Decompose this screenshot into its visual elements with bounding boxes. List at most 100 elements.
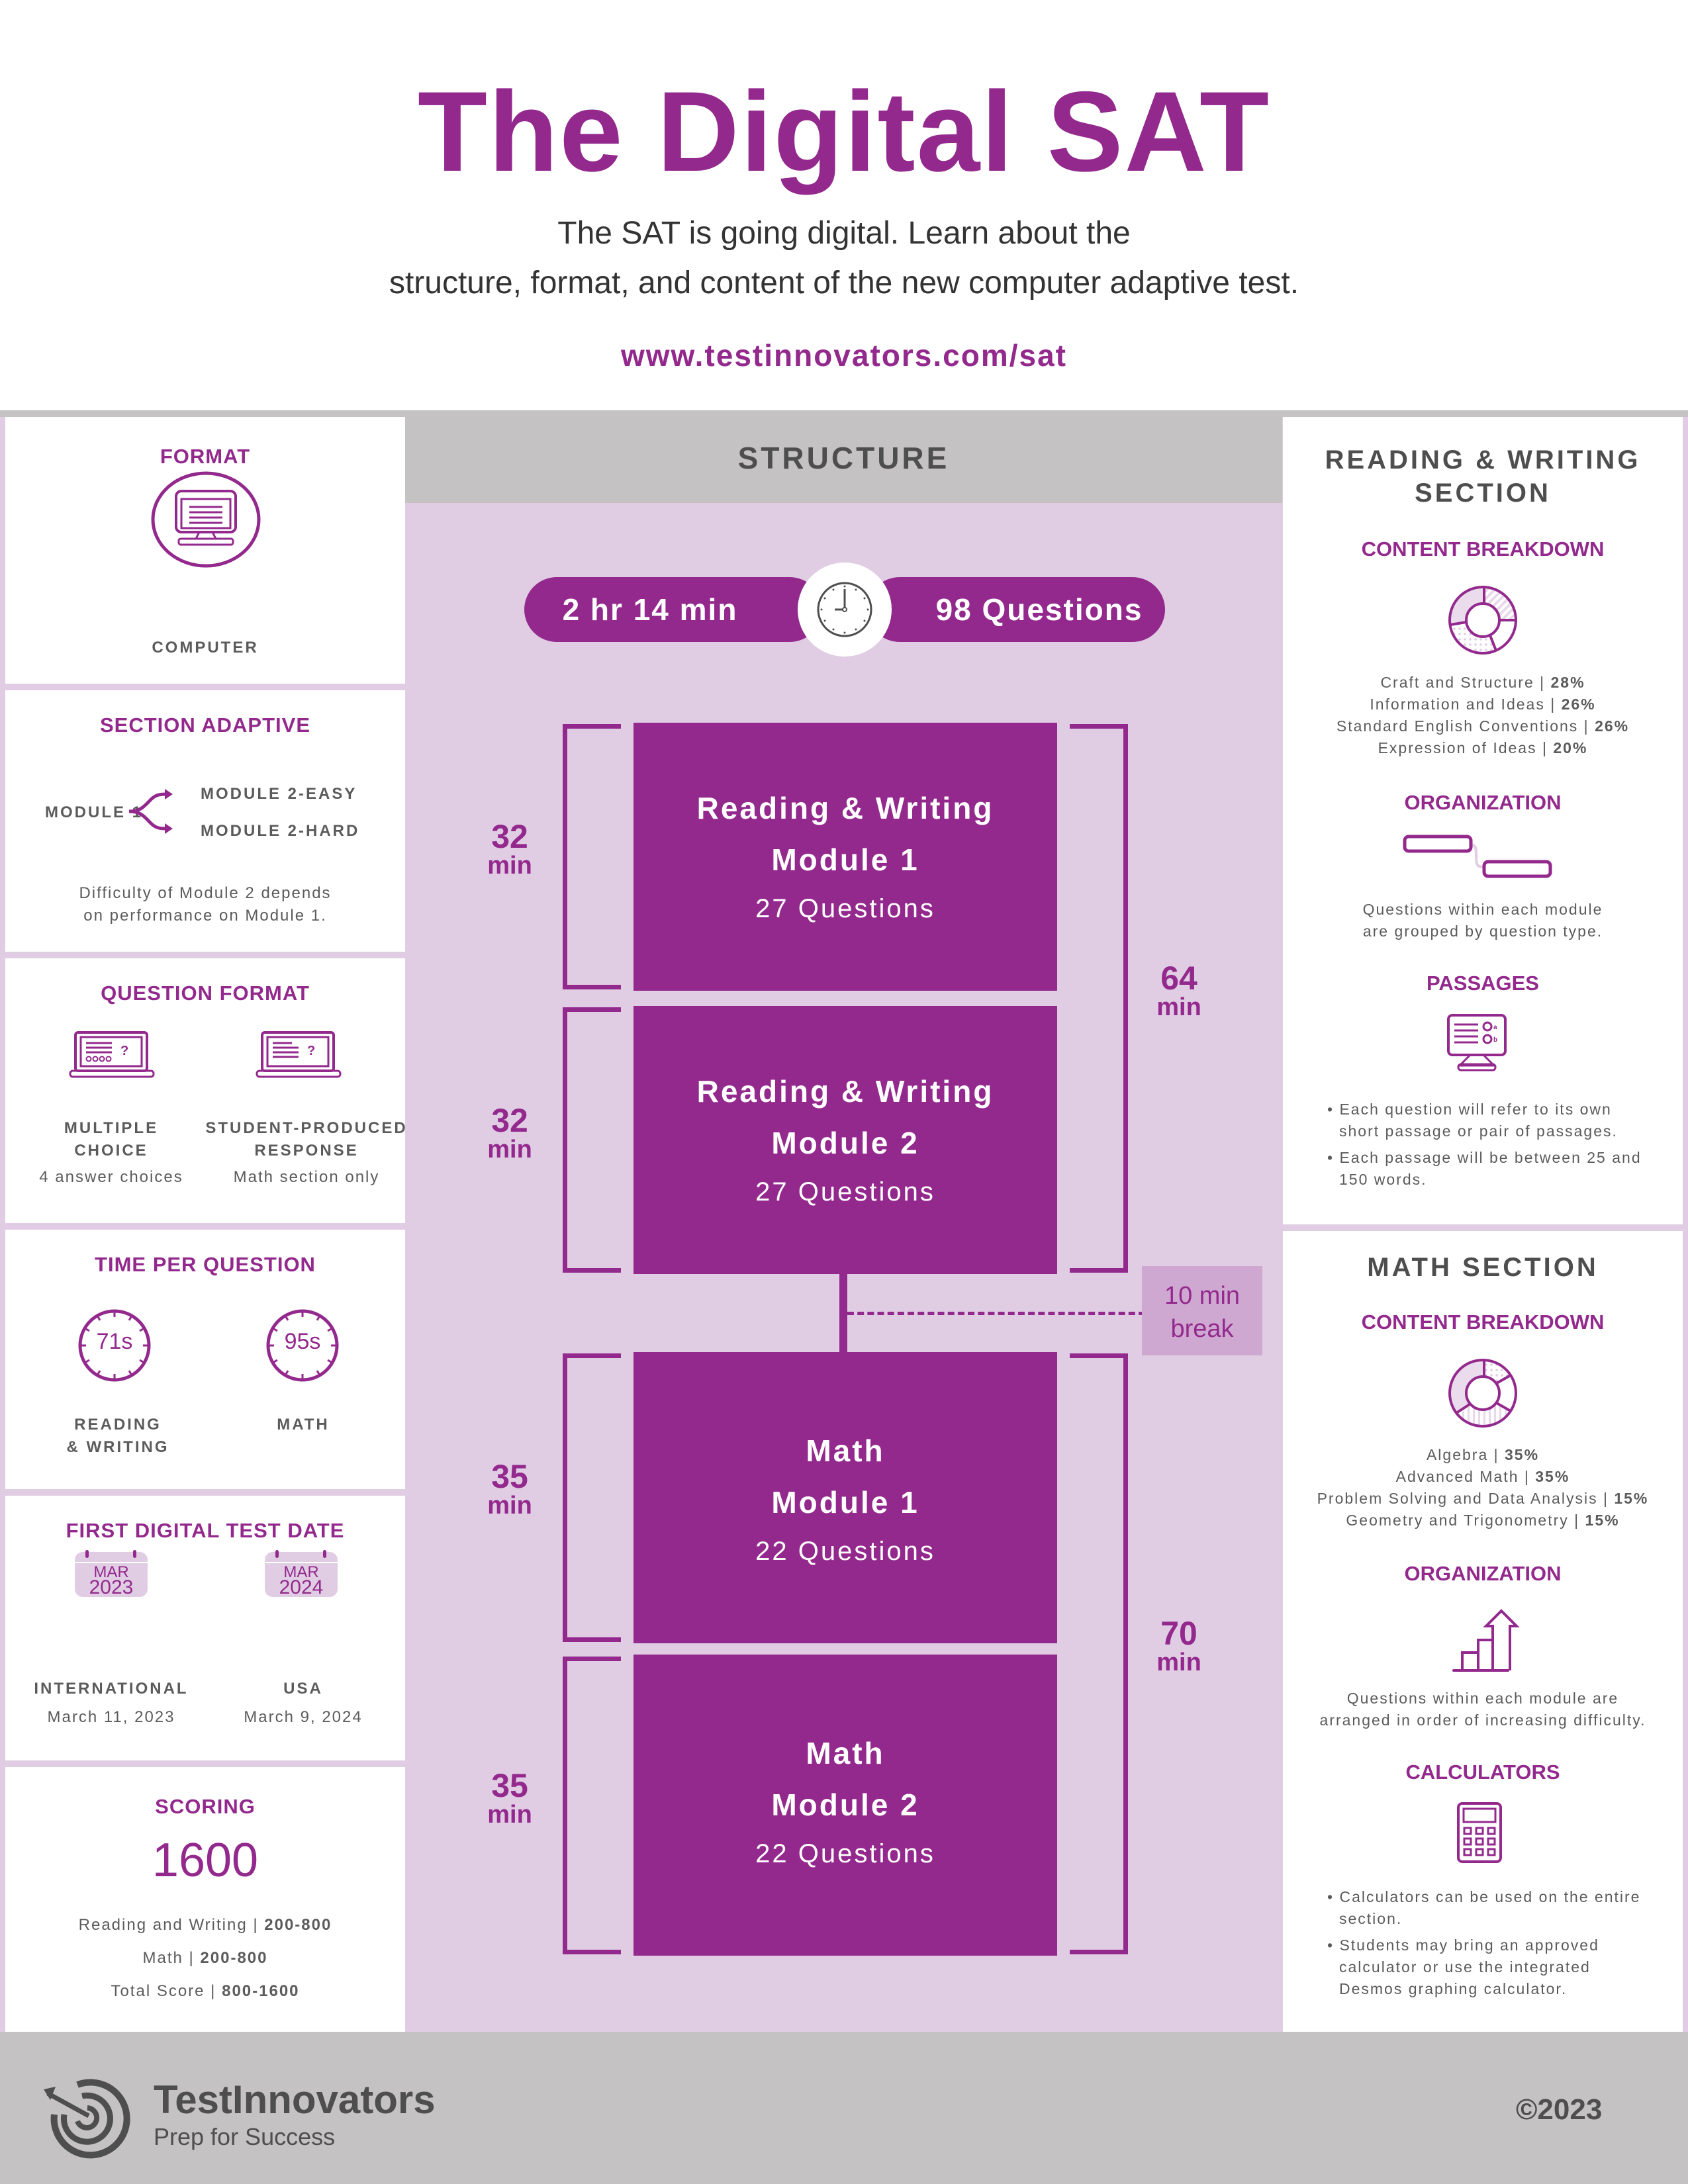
section-adaptive-card: SECTION ADAPTIVE MODULE 1 MODULE 2-EASY … bbox=[5, 690, 405, 952]
module-title-line-2: Module 1 bbox=[771, 842, 919, 877]
computer-icon bbox=[151, 471, 261, 568]
passage-bullet: Each question will refer to its own shor… bbox=[1327, 1099, 1645, 1142]
time-unit: min bbox=[487, 1492, 532, 1520]
multiple-choice-item: MULTIPLE CHOICE 4 answer choices bbox=[5, 1117, 217, 1189]
time-unit: min bbox=[1156, 993, 1201, 1021]
student-response-label-2: RESPONSE bbox=[254, 1142, 359, 1160]
copyright: ©2023 bbox=[1516, 2093, 1603, 2126]
break-label-line-1: 10 min bbox=[1164, 1282, 1241, 1310]
math-breakdown-item: Algebra | 35% bbox=[1426, 1446, 1540, 1463]
module-2-hard-label: MODULE 2-HARD bbox=[201, 822, 360, 840]
time-value: 35 bbox=[491, 1458, 528, 1495]
module-title-line-2: Module 2 bbox=[771, 1788, 919, 1822]
time-reading-value: 71s bbox=[96, 1329, 133, 1354]
module-question-count: 22 Questions bbox=[755, 1537, 935, 1566]
student-response-detail: Math section only bbox=[233, 1168, 380, 1186]
calculator-bullet: Students may bring an approved calculato… bbox=[1327, 1934, 1645, 2000]
increasing-bars-icon bbox=[1452, 1609, 1520, 1672]
donut-chart-icon bbox=[1448, 586, 1517, 655]
time-value: 70 bbox=[1160, 1615, 1197, 1652]
first-test-date-title: FIRST DIGITAL TEST DATE bbox=[66, 1519, 345, 1542]
score-row-label: Reading and Writing bbox=[78, 1916, 248, 1934]
rw-passages-list: Each question will refer to its own shor… bbox=[1327, 1099, 1645, 1195]
structure-title: STRUCTURE bbox=[737, 441, 950, 475]
score-row: Reading and Writing | 200-800 bbox=[78, 1916, 332, 1934]
math-donut-chart-icon bbox=[1448, 1359, 1517, 1428]
breakdown-label: Craft and Structure bbox=[1380, 674, 1534, 691]
module-rw-1: Reading & Writing Module 1 27 Questions bbox=[633, 723, 1057, 991]
bracket-rw-2 bbox=[563, 1007, 621, 1273]
calendar-year-2023: 2023 bbox=[89, 1576, 134, 1598]
website-link[interactable]: www.testinnovators.com/sat bbox=[0, 338, 1688, 373]
time-reading-label: READING & WRITING bbox=[19, 1414, 217, 1459]
adaptive-note-line-1: Difficulty of Module 2 depends bbox=[79, 884, 332, 902]
math-breakdown-item: Advanced Math | 35% bbox=[1395, 1468, 1570, 1485]
breakdown-label: Standard English Conventions bbox=[1336, 717, 1579, 735]
scoring-card: SCORING 1600 Reading and Writing | 200-8… bbox=[5, 1767, 405, 2032]
time-label-math-total: 70 min bbox=[1143, 1615, 1215, 1675]
break-dashed-line bbox=[847, 1312, 1145, 1315]
student-response-item: STUDENT-PRODUCED RESPONSE Math section o… bbox=[197, 1117, 416, 1189]
calendar-ring bbox=[85, 1550, 89, 1558]
time-reading-label-2: & WRITING bbox=[66, 1438, 169, 1456]
time-value: 64 bbox=[1160, 960, 1197, 997]
section-adaptive-title: SECTION ADAPTIVE bbox=[100, 713, 310, 737]
bracket-math-1 bbox=[563, 1353, 621, 1642]
passage-screen-icon: a b bbox=[1447, 1014, 1507, 1071]
scoring-title: SCORING bbox=[155, 1795, 256, 1818]
page-title: The Digital SAT bbox=[417, 68, 1271, 195]
module-title-line-2: Module 2 bbox=[771, 1126, 919, 1160]
math-organization-line-1: Questions within each module are bbox=[1346, 1690, 1619, 1707]
module-2-easy-label: MODULE 2-EASY bbox=[201, 785, 357, 803]
date-international: March 11, 2023 bbox=[47, 1708, 175, 1726]
module-title-line-1: Math bbox=[806, 1433, 885, 1468]
score-row-range: 200-800 bbox=[264, 1916, 332, 1934]
time-label-rw-2: 32 min bbox=[473, 1103, 546, 1162]
score-row-range: 800-1600 bbox=[222, 1982, 300, 2000]
score-row: Total Score | 800-1600 bbox=[111, 1982, 300, 2000]
rw-breakdown-item: Information and Ideas | 26% bbox=[1370, 696, 1596, 713]
math-calculators-list: Calculators can be used on the entire se… bbox=[1327, 1886, 1645, 2005]
math-organization-text: Questions within each module are arrange… bbox=[1283, 1688, 1683, 1731]
subtitle-line-2: structure, format, and content of the ne… bbox=[389, 265, 1299, 300]
breakdown-value: 28% bbox=[1550, 674, 1585, 691]
total-questions-pill: 98 Questions bbox=[867, 577, 1165, 642]
time-per-question-title: TIME PER QUESTION bbox=[95, 1253, 316, 1276]
breakdown-label: Information and Ideas bbox=[1370, 696, 1545, 713]
breakdown-label: Advanced Math bbox=[1395, 1468, 1519, 1485]
date-usa: March 9, 2024 bbox=[244, 1708, 363, 1726]
breakdown-value: 20% bbox=[1553, 739, 1588, 756]
branch-arrows-icon bbox=[128, 789, 173, 834]
passage-bullet: Each passage will be between 25 and 150 … bbox=[1327, 1147, 1645, 1191]
time-unit: min bbox=[487, 852, 532, 880]
math-breakdown-item: Geometry and Trigonometry | 15% bbox=[1346, 1512, 1620, 1529]
rw-passages-title: PASSAGES bbox=[1427, 972, 1539, 995]
math-organization-title: ORGANIZATION bbox=[1404, 1562, 1562, 1585]
math-breakdown-list: Algebra | 35% Advanced Math | 35% Proble… bbox=[1283, 1444, 1683, 1531]
brand-name[interactable]: TestInnovators bbox=[154, 2077, 436, 2122]
time-label-math-1: 35 min bbox=[473, 1459, 546, 1518]
multiple-choice-label-2: CHOICE bbox=[74, 1142, 148, 1160]
grouped-blocks-icon bbox=[1403, 835, 1552, 878]
region-international: INTERNATIONAL bbox=[34, 1680, 189, 1698]
rw-breakdown-item: Expression of Ideas | 20% bbox=[1378, 739, 1588, 756]
laptop-response-icon: ? bbox=[256, 1031, 342, 1078]
target-arrow-logo-icon bbox=[44, 2079, 130, 2159]
time-value: 35 bbox=[491, 1767, 528, 1804]
module-connector bbox=[839, 1274, 847, 1352]
svg-text:?: ? bbox=[120, 1044, 128, 1058]
score-row-label: Total Score bbox=[111, 1982, 205, 2000]
module-rw-2: Reading & Writing Module 2 27 Questions bbox=[633, 1006, 1057, 1274]
breakdown-value: 26% bbox=[1561, 696, 1596, 713]
time-math-label: MATH bbox=[277, 1416, 330, 1433]
breakdown-label: Expression of Ideas bbox=[1378, 739, 1537, 756]
score-row-label: Math bbox=[142, 1949, 183, 1967]
question-format-title: QUESTION FORMAT bbox=[101, 981, 310, 1005]
break-label-line-2: break bbox=[1170, 1315, 1234, 1343]
rw-breakdown-item: Standard English Conventions | 26% bbox=[1336, 717, 1630, 735]
rw-section-title-1: READING & WRITING bbox=[1325, 445, 1641, 475]
calendar-ring bbox=[133, 1550, 136, 1558]
calculator-icon bbox=[1457, 1802, 1502, 1863]
total-time-pill: 2 hr 14 min bbox=[524, 577, 822, 642]
rw-content-title: CONTENT BREAKDOWN bbox=[1361, 537, 1605, 561]
